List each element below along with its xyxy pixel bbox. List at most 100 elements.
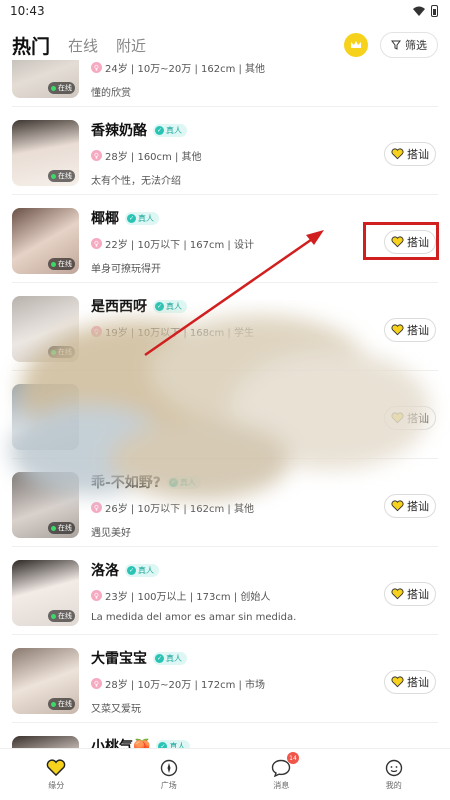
check-icon: ✓ [168,477,178,487]
user-bio: 单身可撩玩得开 [91,264,161,275]
user-info: ♀ 22岁 | 10万以下 | 167cm | 设计 [91,236,254,251]
tab-nearby[interactable]: 附近 [116,35,146,56]
user-name: 洛洛 [91,563,119,579]
female-icon: ♀ [91,502,102,513]
online-tag: 在线 [48,698,75,710]
user-name: 是西西呀 [91,299,147,315]
filter-icon [391,40,401,50]
name-row: 椰椰 ✓ 真人 [91,208,159,228]
user-name: 椰椰 [91,211,119,227]
female-icon: ♀ [91,678,102,689]
female-icon: ♀ [91,238,102,249]
user-bio: 遇见美好 [91,528,131,539]
online-tag: 在线 [48,522,75,534]
check-icon: ✓ [155,301,164,311]
avatar[interactable]: 在线 [12,648,79,714]
user-bio: 太有个性，无法介绍 [91,176,181,187]
list-item[interactable]: 小桃气🍑 ✓ 真人 [12,724,438,750]
user-info: ♀ 19岁 | 10万以下 | 168cm | 学生 [91,324,254,339]
name-row: 香辣奶酪 ✓ 真人 [91,120,187,140]
status-time: 10:43 [10,4,45,18]
check-icon: ✓ [155,125,164,135]
user-name: 香辣奶酪 [91,123,147,139]
header-actions: 筛选 [344,32,438,58]
user-list[interactable]: 在线 ♀24岁 | 10万~20万 | 162cm | 其他 懂的欣赏 搭讪 在… [0,60,450,750]
tab-online[interactable]: 在线 [68,35,98,56]
name-row: 是西西呀 ✓ 真人 [91,296,187,316]
list-item[interactable]: 在线 大雷宝宝 ✓ 真人 ♀ 28岁 | 10万~20万 | 172cm | 市场 … [12,636,438,723]
online-tag: 在线 [48,170,75,182]
nav-label: 我的 [385,780,402,790]
user-name: 大雷宝宝 [91,651,147,667]
crown-icon[interactable] [344,33,368,57]
nav-messages[interactable]: 14 消息 [225,749,338,800]
user-info: ♀ 28岁 | 160cm | 其他 [91,148,202,163]
avatar[interactable]: 在线 [12,472,79,538]
greet-button[interactable]: 搭讪 [384,670,436,694]
female-icon: ♀ [91,590,102,601]
unread-badge: 14 [287,752,299,764]
check-icon: ✓ [127,213,136,223]
list-item[interactable]: 在线 ♀24岁 | 10万~20万 | 162cm | 其他 懂的欣赏 搭讪 [12,60,438,107]
greet-button[interactable]: 搭讪 [384,582,436,606]
bottom-nav: 缘分 广场 14 消息 我的 [0,748,450,800]
wifi-icon [413,6,425,16]
online-tag: 在线 [48,610,75,622]
user-info: ♀ 26岁 | 10万以下 | 162cm | 其他 [91,500,254,515]
user-info: ♀ 28岁 | 10万~20万 | 172cm | 市场 [91,676,265,691]
avatar[interactable]: 在线 [12,208,79,274]
greet-button[interactable]: 搭讪 [384,318,436,342]
list-item[interactable]: 在线 香辣奶酪 ✓ 真人 ♀ 28岁 | 160cm | 其他 太有个性，无法介绍 … [12,108,438,195]
user-bio: 又菜又爱玩 [91,704,141,715]
heart-icon [391,676,404,688]
avatar[interactable]: 在线 [12,60,79,98]
user-info: ♀ 24岁 | 10万~20万 | 162cm | 其他 [91,60,265,75]
list-item[interactable]: 在线 乖-不如野? ✓ 真人 ♀ 26岁 | 10万以下 | 162cm | 其他 … [12,460,438,547]
avatar[interactable] [12,384,79,450]
status-icons [413,5,438,17]
compass-icon [160,759,177,776]
online-tag: 在线 [48,82,75,94]
name-row: 洛洛 ✓ 真人 [91,560,159,580]
avatar[interactable]: 在线 [12,296,79,362]
nav-fate[interactable]: 缘分 [0,749,113,800]
nav-profile[interactable]: 我的 [338,749,450,800]
heart-icon [391,588,404,600]
real-badge: ✓ 真人 [153,651,187,665]
battery-icon [431,5,438,17]
greet-button[interactable]: 搭讪 [384,494,436,518]
heart-icon [391,324,404,336]
nav-label: 广场 [160,780,177,790]
nav-label: 缘分 [48,780,65,790]
filter-label: 筛选 [405,39,427,52]
greet-button[interactable]: 搭讪 [384,406,436,430]
avatar[interactable]: 在线 [12,120,79,186]
user-name: 乖-不如野? [91,475,161,491]
highlight-box [363,222,439,260]
real-badge: ✓ 真人 [166,475,201,489]
avatar[interactable]: 在线 [12,560,79,626]
nav-square[interactable]: 广场 [113,749,226,800]
list-item[interactable]: 在线 洛洛 ✓ 真人 ♀ 23岁 | 100万以上 | 173cm | 创始人 La… [12,548,438,635]
female-icon: ♀ [91,150,102,161]
list-item[interactable]: 搭讪 [12,372,438,459]
heart-icon [391,500,404,512]
heart-icon [391,412,404,424]
check-icon: ✓ [127,565,136,575]
real-badge: ✓ 真人 [125,211,159,225]
tab-hot[interactable]: 热门 [12,32,50,59]
female-icon: ♀ [91,62,102,73]
female-icon: ♀ [91,326,102,337]
filter-button[interactable]: 筛选 [380,32,438,58]
heart-icon [46,758,66,776]
name-row: 乖-不如野? ✓ 真人 [91,472,201,492]
status-bar: 10:43 [0,0,450,22]
online-tag: 在线 [48,258,75,270]
real-badge: ✓ 真人 [153,123,187,137]
greet-button[interactable]: 搭讪 [384,142,436,166]
user-info: ♀ 23岁 | 100万以上 | 173cm | 创始人 [91,588,270,603]
list-item[interactable]: 在线 是西西呀 ✓ 真人 ♀ 19岁 | 10万以下 | 168cm | 学生 搭讪 [12,284,438,371]
real-badge: ✓ 真人 [125,563,159,577]
name-row: 大雷宝宝 ✓ 真人 [91,648,187,668]
profile-icon [385,759,402,776]
